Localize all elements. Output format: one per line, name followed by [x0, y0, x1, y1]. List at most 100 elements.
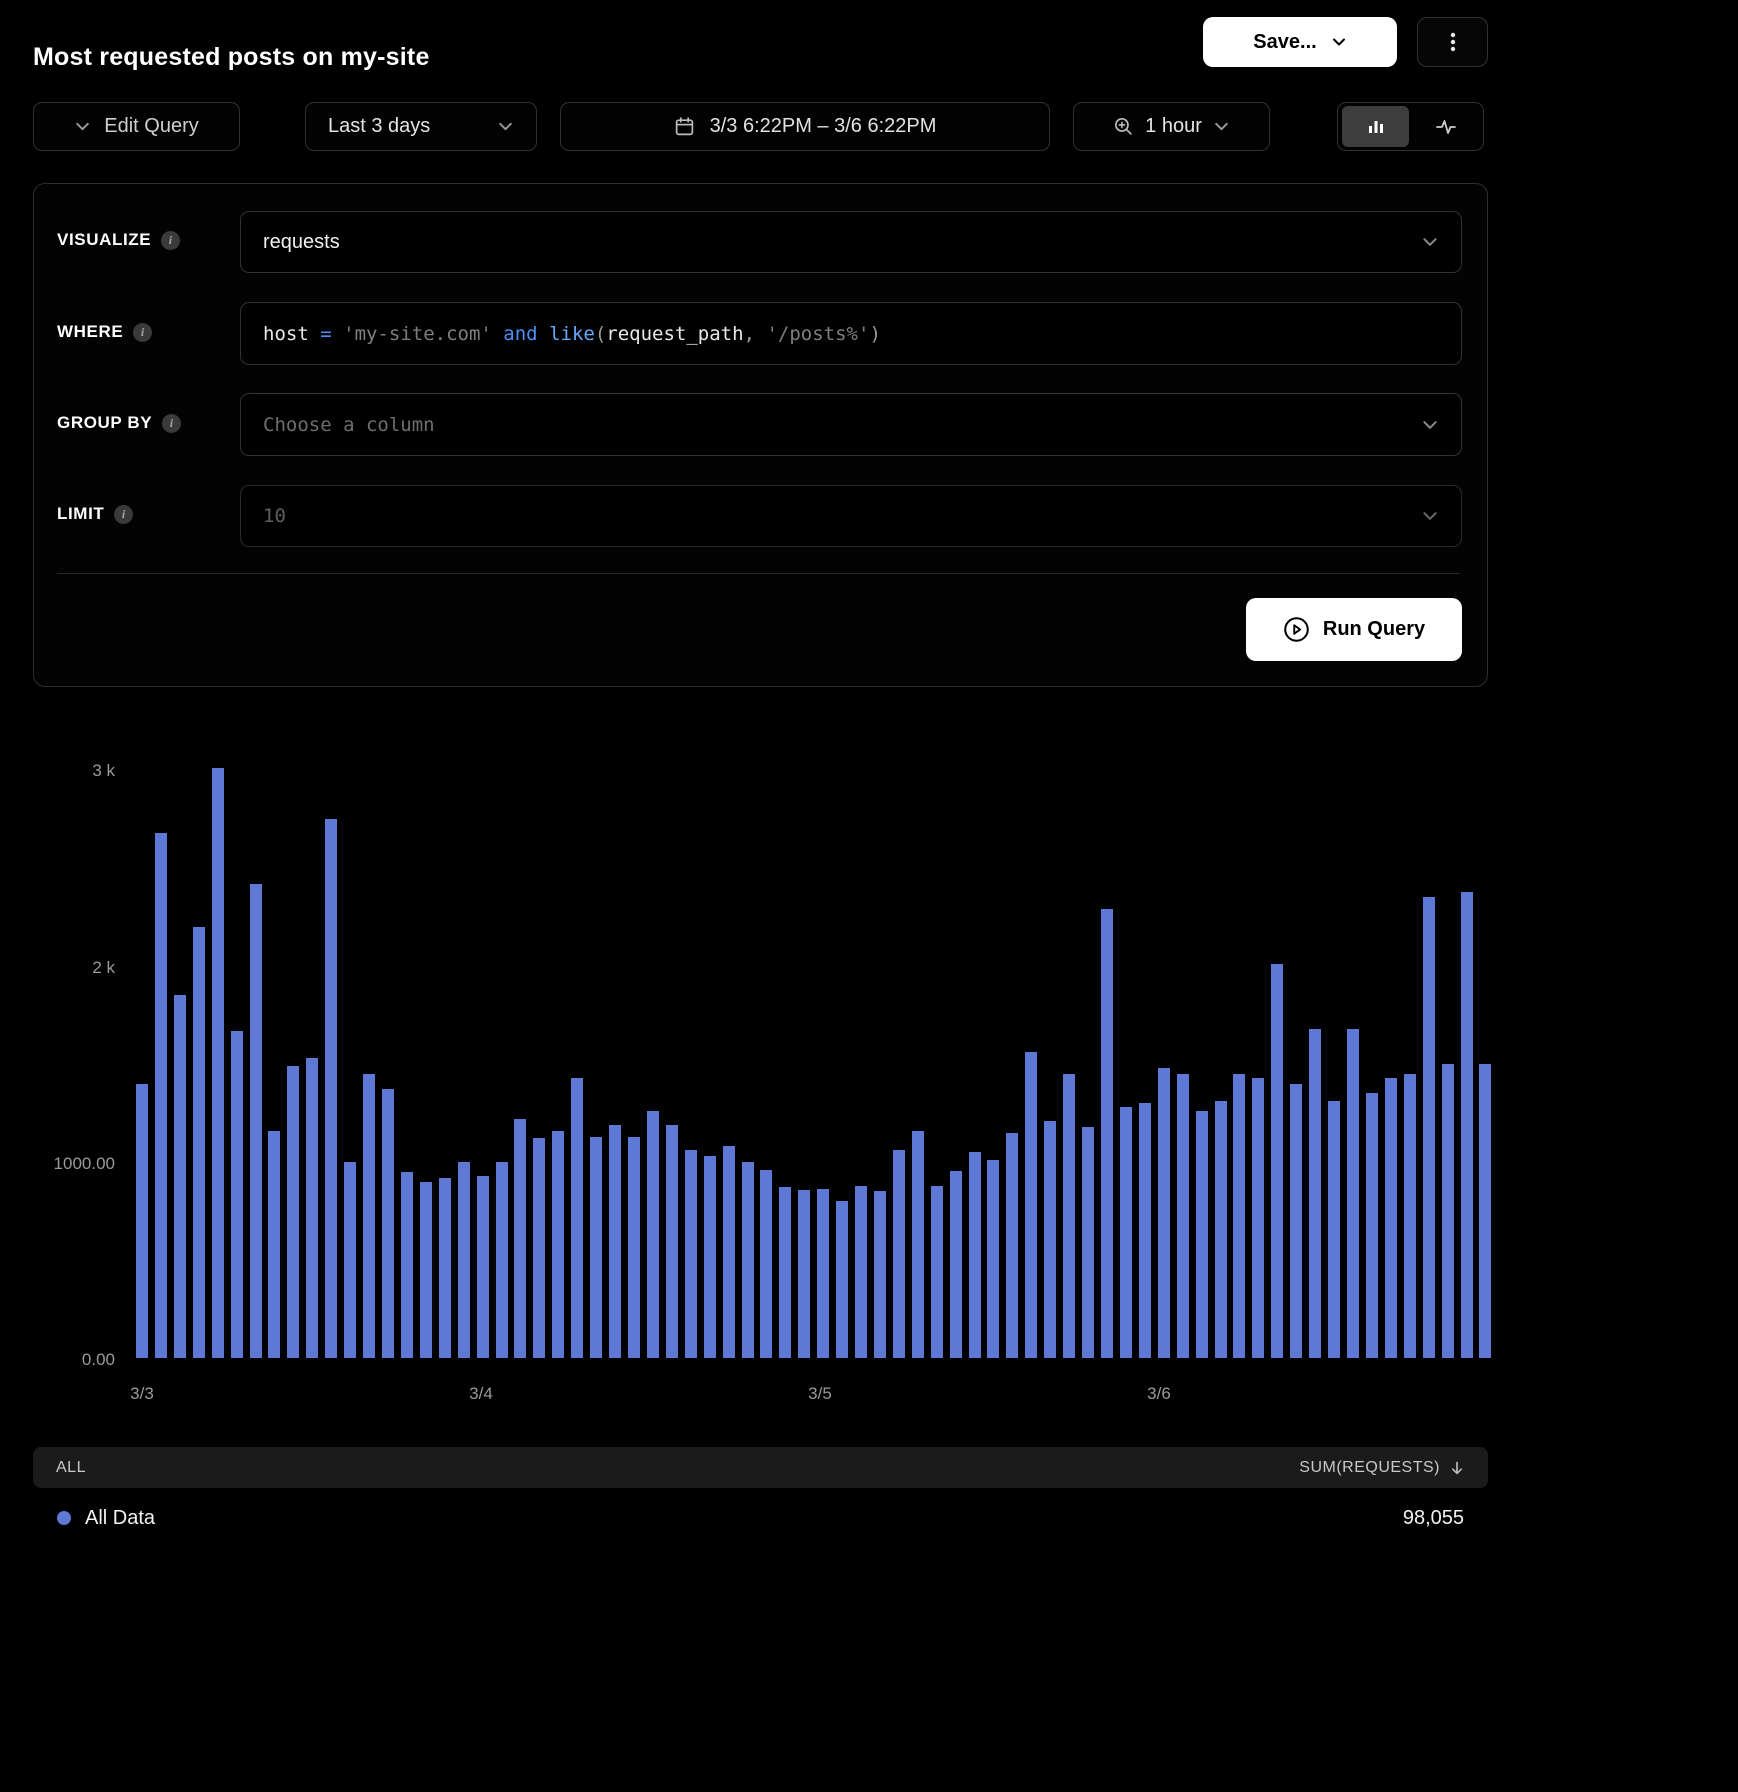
bar[interactable] [1252, 1078, 1264, 1358]
bar[interactable] [325, 819, 337, 1358]
limit-input[interactable]: 10 [240, 485, 1462, 547]
info-icon[interactable]: i [161, 231, 180, 250]
edit-query-button[interactable]: Edit Query [33, 102, 240, 151]
bar[interactable] [212, 768, 224, 1358]
bar[interactable] [950, 1171, 962, 1358]
bar[interactable] [1328, 1101, 1340, 1358]
bar[interactable] [287, 1066, 299, 1358]
bar[interactable] [514, 1119, 526, 1358]
group-by-select[interactable]: Choose a column [240, 393, 1462, 456]
bar[interactable] [1404, 1074, 1416, 1358]
bar[interactable] [628, 1137, 640, 1358]
bar[interactable] [571, 1078, 583, 1358]
bar[interactable] [174, 995, 186, 1358]
bar[interactable] [1309, 1029, 1321, 1358]
bar[interactable] [987, 1160, 999, 1358]
bar[interactable] [1196, 1111, 1208, 1358]
bar[interactable] [1044, 1121, 1056, 1358]
bar[interactable] [1082, 1127, 1094, 1358]
bar[interactable] [912, 1131, 924, 1358]
bar[interactable] [1101, 909, 1113, 1358]
bar[interactable] [798, 1190, 810, 1358]
bar[interactable] [779, 1187, 791, 1358]
results-column-sum[interactable]: SUM(REQUESTS) [1299, 1459, 1465, 1477]
where-token: host [263, 323, 309, 345]
bar[interactable] [893, 1150, 905, 1358]
visualize-select[interactable]: requests [240, 211, 1462, 273]
bar[interactable] [685, 1150, 697, 1358]
bar[interactable] [268, 1131, 280, 1358]
bar[interactable] [1290, 1084, 1302, 1358]
bar[interactable] [1025, 1052, 1037, 1358]
y-axis-tick-label: 3 k [0, 760, 115, 782]
bar[interactable] [344, 1162, 356, 1358]
date-range-picker[interactable]: 3/3 6:22PM – 3/6 6:22PM [560, 102, 1050, 151]
visualize-label: VISUALIZE i [57, 230, 180, 250]
bar[interactable] [250, 884, 262, 1358]
bar[interactable] [231, 1031, 243, 1358]
bar[interactable] [155, 833, 167, 1358]
bar[interactable] [193, 927, 205, 1358]
info-icon[interactable]: i [162, 414, 181, 433]
info-icon[interactable]: i [133, 323, 152, 342]
bar[interactable] [1271, 964, 1283, 1358]
bar[interactable] [136, 1084, 148, 1358]
line-chart-toggle-button[interactable] [1412, 106, 1479, 147]
bar[interactable] [306, 1058, 318, 1358]
bar[interactable] [1423, 897, 1435, 1358]
results-table-row[interactable]: All Data 98,055 [33, 1497, 1488, 1539]
limit-value: 10 [263, 505, 286, 527]
bar[interactable] [609, 1125, 621, 1358]
bar[interactable] [1177, 1074, 1189, 1358]
bar[interactable] [1063, 1074, 1075, 1358]
y-axis-tick-label: 0.00 [0, 1349, 115, 1371]
bar[interactable] [1461, 892, 1473, 1358]
run-query-label: Run Query [1323, 618, 1425, 641]
bar[interactable] [382, 1089, 394, 1358]
bar[interactable] [590, 1137, 602, 1358]
bar[interactable] [477, 1176, 489, 1358]
where-input[interactable]: host = 'my-site.com' and like(request_pa… [240, 302, 1462, 365]
bar[interactable] [931, 1186, 943, 1358]
bar[interactable] [836, 1201, 848, 1358]
save-button[interactable]: Save... [1203, 17, 1397, 67]
bar[interactable] [1385, 1078, 1397, 1358]
bar[interactable] [439, 1178, 451, 1358]
bar[interactable] [1233, 1074, 1245, 1358]
bar[interactable] [552, 1131, 564, 1358]
bar[interactable] [496, 1162, 508, 1358]
bar[interactable] [1139, 1103, 1151, 1358]
bar[interactable] [817, 1189, 829, 1358]
bar[interactable] [1366, 1093, 1378, 1358]
more-options-button[interactable] [1417, 17, 1488, 67]
bar[interactable] [1479, 1064, 1491, 1358]
bar[interactable] [458, 1162, 470, 1358]
bar[interactable] [760, 1170, 772, 1358]
granularity-dropdown[interactable]: 1 hour [1073, 102, 1270, 151]
info-icon[interactable]: i [114, 505, 133, 524]
bar[interactable] [363, 1074, 375, 1358]
bar[interactable] [1347, 1029, 1359, 1358]
bar[interactable] [1120, 1107, 1132, 1358]
where-token [755, 323, 766, 345]
bar[interactable] [666, 1125, 678, 1358]
bar[interactable] [723, 1146, 735, 1358]
bar[interactable] [1006, 1133, 1018, 1358]
bar[interactable] [874, 1191, 886, 1358]
bar[interactable] [401, 1172, 413, 1358]
bar[interactable] [1215, 1101, 1227, 1358]
time-range-preset-dropdown[interactable]: Last 3 days [305, 102, 537, 151]
bar[interactable] [420, 1182, 432, 1358]
date-range-label: 3/3 6:22PM – 3/6 6:22PM [710, 115, 937, 138]
bar[interactable] [969, 1152, 981, 1358]
run-query-button[interactable]: Run Query [1246, 598, 1462, 661]
bar[interactable] [855, 1186, 867, 1358]
bar[interactable] [704, 1156, 716, 1358]
bar[interactable] [1158, 1068, 1170, 1358]
bar[interactable] [1442, 1064, 1454, 1358]
bar[interactable] [742, 1162, 754, 1358]
chevron-down-icon [1331, 34, 1347, 50]
bar[interactable] [647, 1111, 659, 1358]
bar-chart-toggle-button[interactable] [1342, 106, 1409, 147]
bar[interactable] [533, 1138, 545, 1358]
